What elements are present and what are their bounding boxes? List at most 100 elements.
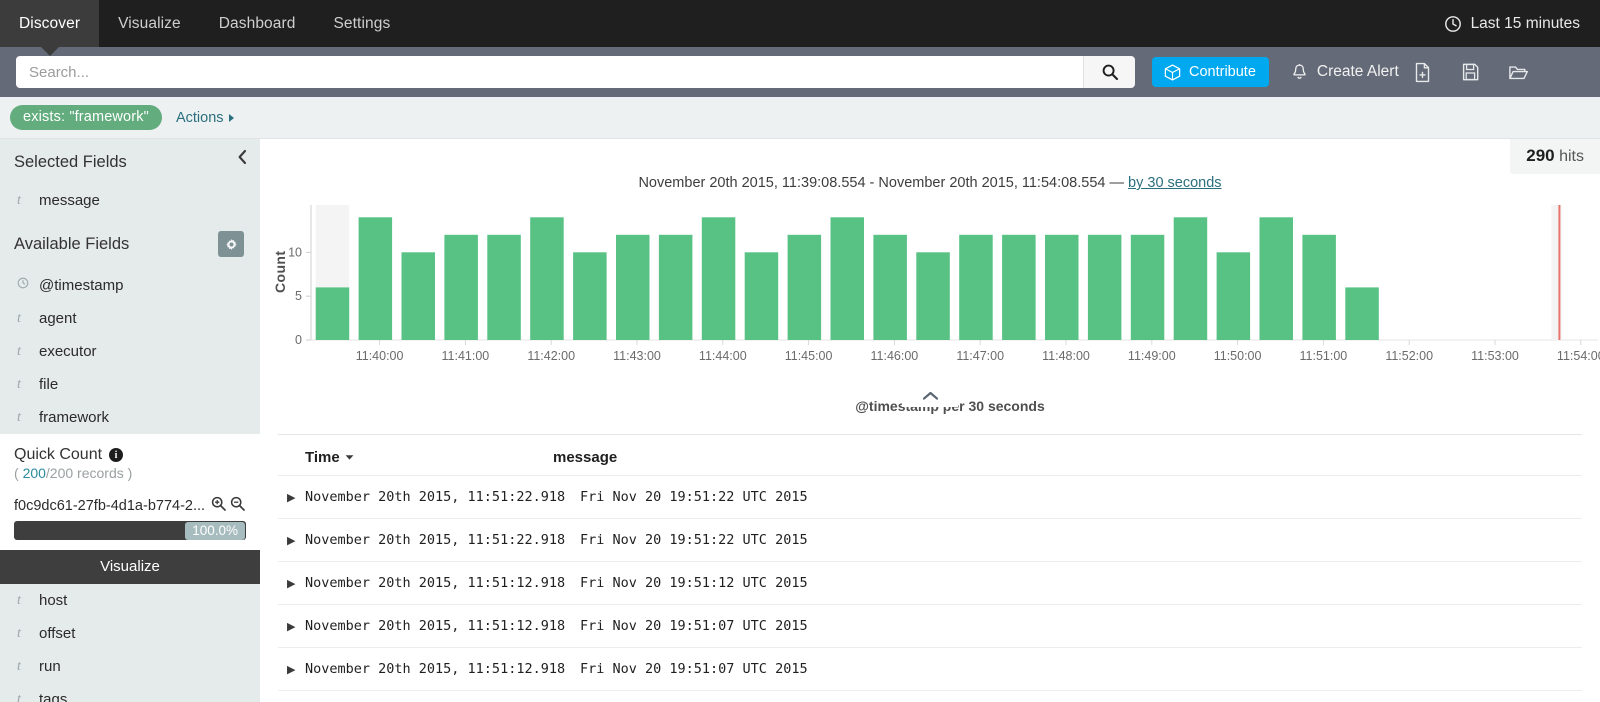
filter-pill-framework[interactable]: exists: "framework" bbox=[10, 105, 162, 130]
quick-count-panel: Quick Count i ( 200/200 records ) f0c9dc… bbox=[0, 434, 260, 550]
nav-item-settings[interactable]: Settings bbox=[314, 0, 409, 47]
selected-fields-header: Selected Fields bbox=[0, 139, 260, 184]
create-alert-label: Create Alert bbox=[1317, 63, 1399, 81]
histogram-bar[interactable] bbox=[788, 235, 822, 340]
search-input[interactable] bbox=[16, 56, 1083, 88]
row-expand-button[interactable]: ▶ bbox=[278, 663, 305, 676]
histogram-bar[interactable] bbox=[1260, 217, 1294, 340]
column-header-message[interactable]: message bbox=[553, 449, 617, 466]
histogram-bar[interactable] bbox=[1302, 235, 1336, 340]
magnifier-plus-icon[interactable] bbox=[210, 495, 227, 516]
histogram-bar[interactable] bbox=[1174, 217, 1208, 340]
sidebar-field-file[interactable]: t file bbox=[0, 368, 260, 401]
field-label: host bbox=[39, 592, 67, 609]
row-expand-button[interactable]: ▶ bbox=[278, 620, 305, 633]
save-search-button[interactable] bbox=[1447, 49, 1495, 95]
field-settings-button[interactable] bbox=[218, 231, 244, 257]
row-expand-button[interactable]: ▶ bbox=[278, 577, 305, 590]
sidebar-field-host[interactable]: t host bbox=[0, 584, 260, 617]
quick-count-visualize-button[interactable]: Visualize bbox=[0, 550, 260, 584]
histogram-bar[interactable] bbox=[745, 252, 779, 340]
row-expand-button[interactable]: ▶ bbox=[278, 491, 305, 504]
magnifier-minus-icon[interactable] bbox=[229, 495, 246, 516]
field-sidebar: Selected Fields t message Available Fiel… bbox=[0, 139, 260, 702]
row-expand-button[interactable]: ▶ bbox=[278, 534, 305, 547]
chart-canvas[interactable]: 051011:40:0011:41:0011:42:0011:43:0011:4… bbox=[260, 197, 1600, 382]
contribute-label: Contribute bbox=[1189, 64, 1256, 80]
create-alert-button[interactable]: Create Alert bbox=[1291, 63, 1399, 81]
chevron-up-icon bbox=[921, 390, 940, 402]
histogram-bar[interactable] bbox=[1088, 235, 1122, 340]
sidebar-field-message[interactable]: t message bbox=[0, 184, 260, 217]
histogram-bar[interactable] bbox=[444, 235, 478, 340]
histogram-bar[interactable] bbox=[530, 217, 564, 340]
table-body: ▶November 20th 2015, 11:51:22.918Fri Nov… bbox=[278, 476, 1582, 691]
x-tick-label: 11:45:00 bbox=[785, 349, 833, 363]
sidebar-field-run[interactable]: t run bbox=[0, 650, 260, 683]
nav-item-visualize[interactable]: Visualize bbox=[99, 0, 200, 47]
table-row[interactable]: ▶November 20th 2015, 11:51:12.918Fri Nov… bbox=[278, 562, 1582, 605]
field-type-string-icon: t bbox=[17, 410, 27, 426]
filter-actions-link[interactable]: Actions bbox=[176, 110, 236, 126]
info-icon[interactable]: i bbox=[109, 448, 123, 462]
column-header-time[interactable]: Time bbox=[278, 449, 553, 466]
hits-badge: 290 hits bbox=[1510, 139, 1600, 174]
histogram-bar[interactable] bbox=[1131, 235, 1165, 340]
nav-item-discover[interactable]: Discover bbox=[0, 0, 99, 47]
contribute-button[interactable]: Contribute bbox=[1152, 57, 1269, 87]
histogram-bar[interactable] bbox=[959, 235, 993, 340]
sidebar-collapse-button[interactable] bbox=[224, 139, 260, 175]
table-row[interactable]: ▶November 20th 2015, 11:51:22.918Fri Nov… bbox=[278, 519, 1582, 562]
table-row[interactable]: ▶November 20th 2015, 11:51:12.918Fri Nov… bbox=[278, 605, 1582, 648]
histogram-bar[interactable] bbox=[616, 235, 650, 340]
new-search-button[interactable] bbox=[1399, 49, 1447, 95]
chart-collapse-button[interactable] bbox=[902, 385, 958, 407]
sidebar-field-tags[interactable]: t tags bbox=[0, 683, 260, 702]
field-type-string-icon: t bbox=[17, 692, 27, 702]
time-range-label: Last 15 minutes bbox=[1471, 15, 1580, 33]
histogram-bar[interactable] bbox=[916, 252, 950, 340]
clock-icon bbox=[1444, 15, 1462, 33]
open-search-button[interactable] bbox=[1495, 49, 1543, 95]
histogram-bar[interactable] bbox=[359, 217, 393, 340]
histogram-bar[interactable] bbox=[1002, 235, 1036, 340]
sidebar-field-agent[interactable]: t agent bbox=[0, 302, 260, 335]
table-row[interactable]: ▶November 20th 2015, 11:51:22.918Fri Nov… bbox=[278, 476, 1582, 519]
histogram-bar[interactable] bbox=[487, 235, 521, 340]
x-tick-label: 11:50:00 bbox=[1214, 349, 1262, 363]
histogram-bar[interactable] bbox=[659, 235, 693, 340]
magnifier-icon bbox=[1101, 63, 1119, 81]
search-submit-button[interactable] bbox=[1083, 56, 1135, 88]
filter-bar: exists: "framework" Actions bbox=[0, 97, 1600, 139]
histogram-bar[interactable] bbox=[1045, 235, 1079, 340]
column-header-time-label: Time bbox=[305, 449, 340, 466]
field-label: run bbox=[39, 658, 61, 675]
histogram-bar[interactable] bbox=[873, 235, 907, 340]
chart-interval-link[interactable]: by 30 seconds bbox=[1128, 175, 1222, 191]
nav-item-dashboard[interactable]: Dashboard bbox=[200, 0, 315, 47]
row-message: Fri Nov 20 19:51:07 UTC 2015 bbox=[580, 618, 808, 634]
sidebar-field-framework[interactable]: t framework bbox=[0, 401, 260, 434]
x-tick-label: 11:51:00 bbox=[1300, 349, 1348, 363]
histogram-bar[interactable] bbox=[1217, 252, 1251, 340]
histogram-bar[interactable] bbox=[1345, 287, 1379, 340]
quick-count-prefix: ( bbox=[14, 465, 23, 481]
sidebar-field-timestamp[interactable]: @timestamp bbox=[0, 269, 260, 302]
new-document-icon bbox=[1413, 62, 1432, 83]
histogram-bar[interactable] bbox=[831, 217, 865, 340]
sidebar-field-executor[interactable]: t executor bbox=[0, 335, 260, 368]
histogram-bar[interactable] bbox=[316, 287, 350, 340]
x-tick-label: 11:47:00 bbox=[956, 349, 1004, 363]
time-range-picker[interactable]: Last 15 minutes bbox=[1424, 0, 1600, 47]
table-row[interactable]: ▶November 20th 2015, 11:51:12.918Fri Nov… bbox=[278, 648, 1582, 691]
sidebar-field-offset[interactable]: t offset bbox=[0, 617, 260, 650]
histogram-bar[interactable] bbox=[573, 252, 607, 340]
field-type-date-icon bbox=[17, 277, 27, 294]
x-tick-label: 11:44:00 bbox=[699, 349, 747, 363]
row-time: November 20th 2015, 11:51:22.918 bbox=[305, 532, 580, 548]
histogram-bar[interactable] bbox=[402, 252, 436, 340]
row-time: November 20th 2015, 11:51:22.918 bbox=[305, 489, 580, 505]
histogram-bar[interactable] bbox=[702, 217, 736, 340]
search-bar: Contribute Create Alert bbox=[0, 47, 1600, 97]
field-type-string-icon: t bbox=[17, 593, 27, 609]
